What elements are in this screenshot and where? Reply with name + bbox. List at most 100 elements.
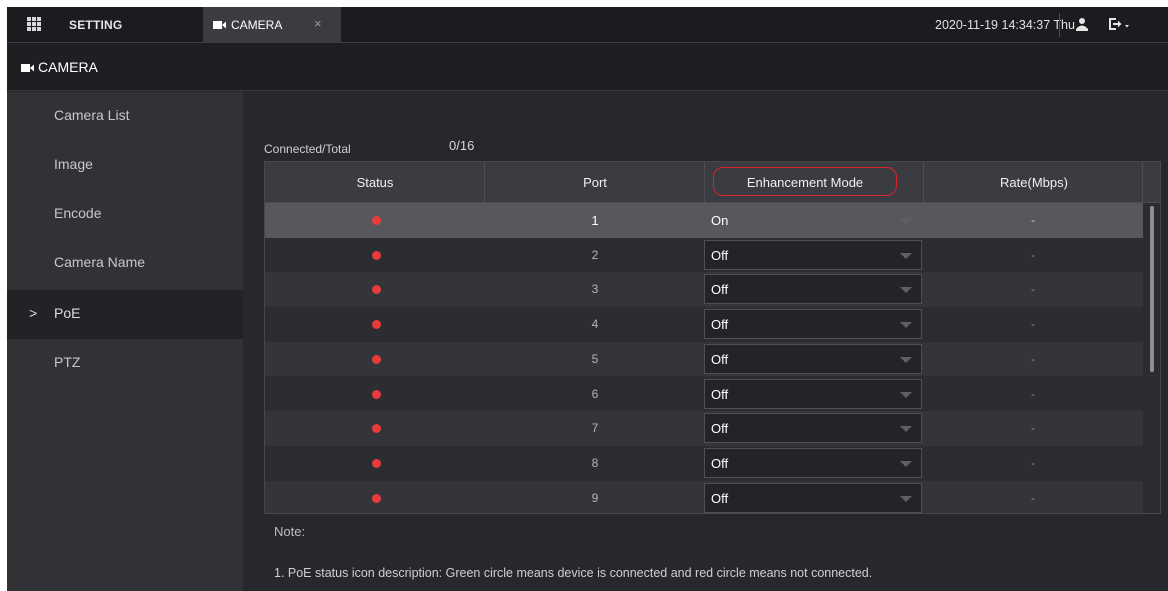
chevron-down-icon: [900, 356, 912, 363]
column-header-rate: Rate(Mbps): [1000, 175, 1068, 190]
column-header-port: Port: [583, 175, 607, 190]
chevron-down-icon: [900, 287, 912, 294]
port-number: 2: [591, 247, 599, 262]
sidebar-item-image[interactable]: Image: [7, 141, 243, 190]
sidebar-item-encode[interactable]: Encode: [7, 190, 243, 239]
enhancement-mode-select[interactable]: Off: [704, 447, 922, 478]
select-value: Off: [711, 455, 729, 471]
column-header-status: Status: [356, 175, 394, 190]
chevron-right-icon: >: [29, 305, 38, 321]
table-row[interactable]: 6 Off -: [265, 376, 1143, 412]
sidebar-item-ptz[interactable]: PTZ: [7, 339, 243, 388]
user-icon[interactable]: [1075, 17, 1089, 31]
rate-value: -: [1031, 351, 1035, 366]
poe-table: Status Port Enhancement Mode Rate(Mbps) …: [264, 161, 1161, 514]
highlight-outline: [713, 167, 897, 196]
rate-value: -: [1031, 490, 1035, 505]
status-dot-icon: [372, 389, 381, 399]
rate-value: -: [1031, 386, 1035, 401]
table-row[interactable]: 2 Off -: [265, 237, 1143, 273]
table-row[interactable]: 3 Off -: [265, 272, 1143, 308]
connected-total-label: Connected/Total: [264, 142, 351, 156]
connected-total-value: 0/16: [449, 138, 475, 153]
table-row[interactable]: 4 Off -: [265, 307, 1143, 342]
chevron-down-icon: [900, 426, 912, 433]
port-number: 5: [591, 351, 599, 366]
select-value: Off: [711, 386, 729, 402]
column-divider: [1142, 162, 1143, 203]
select-value: On: [711, 213, 729, 228]
grid-menu-icon[interactable]: [27, 17, 41, 31]
status-dot-icon: [372, 354, 381, 364]
divider: [1059, 13, 1060, 37]
status-dot-icon: [372, 424, 381, 434]
rate-value: -: [1031, 213, 1035, 227]
port-number: 9: [591, 490, 599, 505]
rate-value: -: [1031, 421, 1035, 436]
main-content: Connected/Total 0/16 Status Port Enhance…: [243, 92, 1168, 591]
sidebar-item-label: Image: [54, 156, 93, 172]
status-dot-icon: [372, 320, 381, 330]
rate-value: -: [1031, 317, 1035, 332]
port-number: 3: [591, 282, 599, 297]
enhancement-mode-select[interactable]: Off: [704, 274, 922, 305]
chevron-down-icon: [900, 460, 912, 467]
port-number: 4: [591, 317, 599, 332]
note-text: 1. PoE status icon description: Green ci…: [274, 566, 873, 580]
camera-icon: [21, 64, 34, 72]
close-icon[interactable]: ×: [314, 16, 322, 31]
enhancement-mode-select[interactable]: Off: [704, 482, 922, 513]
sidebar: Camera List Image Encode Camera Name > P…: [7, 92, 243, 591]
enhancement-mode-select[interactable]: Off: [704, 239, 922, 270]
page-title: CAMERA: [38, 59, 98, 75]
port-number: 8: [591, 455, 599, 470]
rate-value: -: [1031, 282, 1035, 297]
select-value: Off: [711, 317, 729, 333]
logout-icon[interactable]: [1108, 17, 1130, 31]
port-number: 7: [591, 421, 599, 436]
tab-camera[interactable]: CAMERA ×: [203, 7, 341, 43]
rate-value: -: [1031, 247, 1035, 262]
select-value: Off: [711, 421, 729, 437]
status-dot-icon: [372, 250, 381, 260]
status-dot-icon: [372, 216, 381, 225]
sidebar-item-poe[interactable]: > PoE: [7, 290, 243, 339]
chevron-down-icon: [900, 218, 912, 224]
sidebar-item-label: Encode: [54, 205, 102, 221]
vertical-scrollbar[interactable]: [1143, 203, 1160, 513]
top-bar: SETTING CAMERA × 2020-11-19 14:34:37 Thu: [7, 7, 1168, 43]
port-number: 6: [591, 386, 599, 401]
sidebar-item-label: PTZ: [54, 354, 81, 370]
sidebar-item-label: PoE: [54, 305, 81, 321]
table-row[interactable]: 8 Off -: [265, 445, 1143, 481]
chevron-down-icon: [900, 252, 912, 259]
select-value: Off: [711, 351, 729, 367]
enhancement-mode-select[interactable]: Off: [704, 413, 922, 444]
datetime-display: 2020-11-19 14:34:37 Thu: [935, 18, 1075, 32]
note-title: Note:: [274, 524, 306, 539]
chevron-down-icon: [900, 495, 912, 502]
enhancement-mode-select[interactable]: Off: [704, 343, 922, 374]
chevron-down-icon: [900, 391, 912, 398]
status-dot-icon: [372, 285, 381, 295]
table-row[interactable]: 1 On -: [265, 203, 1143, 238]
select-value: Off: [711, 282, 729, 298]
sidebar-item-camera-list[interactable]: Camera List: [7, 92, 243, 141]
select-value: Off: [711, 247, 729, 263]
enhancement-mode-select[interactable]: On: [704, 205, 922, 235]
tab-camera-label: CAMERA: [231, 18, 283, 32]
chevron-down-icon: [900, 322, 912, 329]
scrollbar-thumb[interactable]: [1150, 206, 1154, 372]
sidebar-item-label: Camera List: [54, 107, 130, 123]
rate-value: -: [1031, 455, 1035, 470]
table-row[interactable]: 5 Off -: [265, 341, 1143, 377]
status-dot-icon: [372, 458, 381, 468]
port-number: 1: [591, 213, 599, 228]
setting-menu-label[interactable]: SETTING: [69, 18, 122, 32]
enhancement-mode-select[interactable]: Off: [704, 378, 922, 409]
enhancement-mode-select[interactable]: Off: [704, 309, 922, 340]
table-row[interactable]: 7 Off -: [265, 411, 1143, 446]
table-row[interactable]: 9 Off -: [265, 480, 1143, 513]
sidebar-item-camera-name[interactable]: Camera Name: [7, 239, 243, 288]
app-window: SETTING CAMERA × 2020-11-19 14:34:37 Thu: [7, 7, 1168, 591]
